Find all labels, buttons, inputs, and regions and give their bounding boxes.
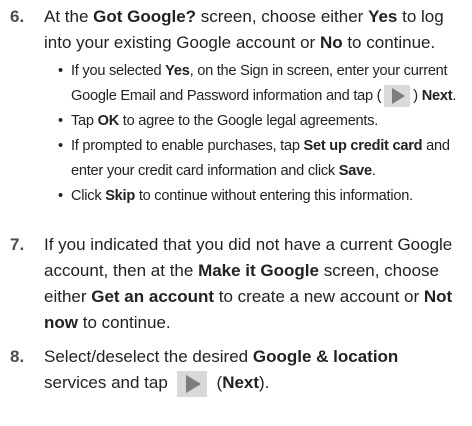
- bullet-item: • Click Skip to continue without entering…: [58, 184, 468, 209]
- bullet-item: • If you selected Yes, on the Sign in scr…: [58, 59, 468, 109]
- step-text: If you indicated that you did not have a…: [44, 235, 453, 332]
- bullet-dot: •: [58, 63, 63, 79]
- step-text: Select/deselect the desired Google & loc…: [44, 344, 462, 397]
- step-number: 6.: [10, 7, 25, 26]
- next-arrow-icon: [384, 85, 411, 108]
- step-6-bullets: • If you selected Yes, on the Sign in scr…: [58, 59, 468, 209]
- step-number: 8.: [10, 347, 25, 366]
- bullet-item: • Tap OK to agree to the Google legal agr…: [58, 109, 468, 134]
- step-text: At the Got Google? screen, choose either…: [44, 7, 444, 52]
- bullet-item: • If prompted to enable purchases, tap Se…: [58, 134, 468, 184]
- step-number: 7.: [10, 235, 25, 254]
- bullet-dot: •: [58, 138, 63, 154]
- instructions-page: 6. At the Got Google? screen, choose eit…: [0, 0, 472, 426]
- bullet-dot: •: [58, 113, 63, 129]
- next-arrow-icon: [176, 370, 207, 397]
- bullet-dot: •: [58, 188, 63, 204]
